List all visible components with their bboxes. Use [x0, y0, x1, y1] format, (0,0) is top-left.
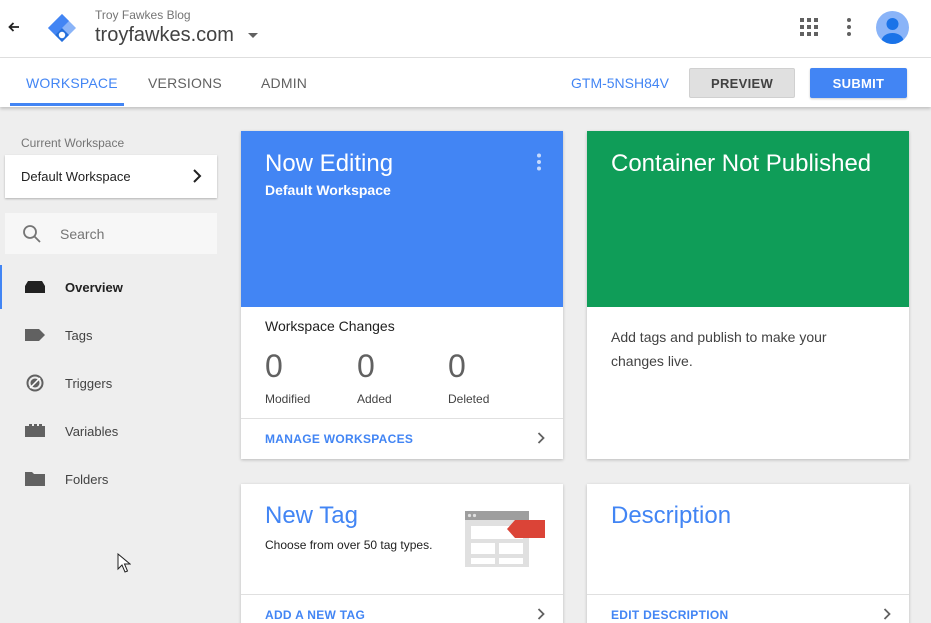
container-status-card: Container Not Published Add tags and pub…	[587, 131, 909, 459]
deleted-label: Deleted	[448, 392, 490, 406]
overview-icon	[25, 281, 45, 293]
variables-icon	[25, 424, 45, 437]
workspace-name: Default Workspace	[21, 169, 131, 184]
container-status-title: Container Not Published	[611, 150, 872, 177]
tag-icon	[25, 329, 45, 341]
edit-description-link[interactable]: EDIT DESCRIPTION	[611, 608, 728, 622]
more-options-icon[interactable]	[842, 17, 856, 37]
chevron-right-icon[interactable]	[537, 432, 545, 444]
add-new-tag-link[interactable]: ADD A NEW TAG	[265, 608, 365, 622]
added-label: Added	[357, 392, 392, 406]
description-title[interactable]: Description	[611, 502, 731, 530]
account-name: Troy Fawkes Blog	[95, 8, 191, 22]
tag-illustration-icon	[465, 511, 545, 567]
manage-workspaces-link[interactable]: MANAGE WORKSPACES	[265, 432, 413, 446]
modified-stat: 0 Modified	[265, 348, 310, 406]
preview-button[interactable]: PREVIEW	[689, 68, 795, 98]
tab-versions[interactable]: VERSIONS	[148, 75, 222, 91]
new-tag-card[interactable]: New Tag Choose from over 50 tag types. A…	[241, 484, 563, 623]
sidebar-item-label: Triggers	[65, 376, 113, 391]
submit-button[interactable]: SUBMIT	[810, 68, 907, 98]
container-id-link[interactable]: GTM-5NSH84V	[571, 75, 669, 91]
container-name[interactable]: troyfawkes.com	[95, 24, 234, 47]
deleted-count: 0	[448, 348, 466, 384]
sidebar-item-label: Overview	[65, 280, 123, 295]
sidebar-item-label: Folders	[65, 472, 109, 487]
trigger-icon	[26, 374, 44, 392]
new-tag-title[interactable]: New Tag	[265, 502, 358, 530]
sidebar-item-label: Variables	[65, 424, 119, 439]
active-tab-indicator	[10, 103, 124, 106]
chevron-right-icon[interactable]	[537, 608, 545, 620]
sidebar-item-folders[interactable]: Folders	[0, 457, 220, 501]
added-count: 0	[357, 348, 375, 384]
search-input[interactable]	[60, 224, 200, 244]
top-bar: Troy Fawkes Blog troyfawkes.com	[0, 0, 931, 58]
added-stat: 0 Added	[357, 348, 392, 406]
now-editing-workspace: Default Workspace	[265, 182, 391, 198]
chevron-right-icon	[193, 169, 202, 183]
avatar[interactable]	[876, 11, 909, 44]
description-card[interactable]: Description EDIT DESCRIPTION	[587, 484, 909, 623]
card-divider	[241, 594, 563, 595]
now-editing-card: Now Editing Default Workspace Workspace …	[241, 131, 563, 459]
card-divider	[241, 418, 563, 419]
user-avatar-icon	[881, 18, 904, 44]
container-dropdown-caret-icon[interactable]	[248, 33, 258, 38]
back-arrow-icon[interactable]	[4, 17, 24, 37]
workspace-selector[interactable]: Default Workspace	[5, 155, 217, 198]
apps-grid-icon[interactable]	[800, 18, 818, 36]
folder-icon	[25, 472, 45, 486]
search-box[interactable]	[5, 213, 217, 254]
deleted-stat: 0 Deleted	[448, 348, 489, 406]
sidebar-item-label: Tags	[65, 328, 93, 343]
new-tag-description: Choose from over 50 tag types.	[265, 538, 433, 552]
tab-admin[interactable]: ADMIN	[261, 75, 307, 91]
sidebar-item-tags[interactable]: Tags	[0, 313, 220, 357]
chevron-right-icon[interactable]	[883, 608, 891, 620]
tag-manager-logo-icon	[48, 14, 76, 42]
sidebar-item-variables[interactable]: Variables	[0, 409, 220, 453]
modified-label: Modified	[265, 392, 311, 406]
tab-bar: WORKSPACE VERSIONS ADMIN GTM-5NSH84V PRE…	[0, 58, 931, 107]
sidebar-item-triggers[interactable]: Triggers	[0, 361, 220, 405]
current-workspace-label: Current Workspace	[21, 136, 125, 150]
card-divider	[587, 594, 909, 595]
modified-count: 0	[265, 348, 283, 384]
card-more-options-icon[interactable]	[535, 153, 543, 171]
sidebar-item-overview[interactable]: Overview	[0, 265, 220, 309]
now-editing-title: Now Editing	[265, 150, 394, 177]
workspace-changes-title: Workspace Changes	[265, 318, 395, 334]
search-icon	[23, 225, 41, 243]
tab-workspace[interactable]: WORKSPACE	[26, 75, 118, 91]
mouse-cursor-icon	[117, 553, 131, 573]
container-status-text: Add tags and publish to make your change…	[611, 329, 827, 369]
